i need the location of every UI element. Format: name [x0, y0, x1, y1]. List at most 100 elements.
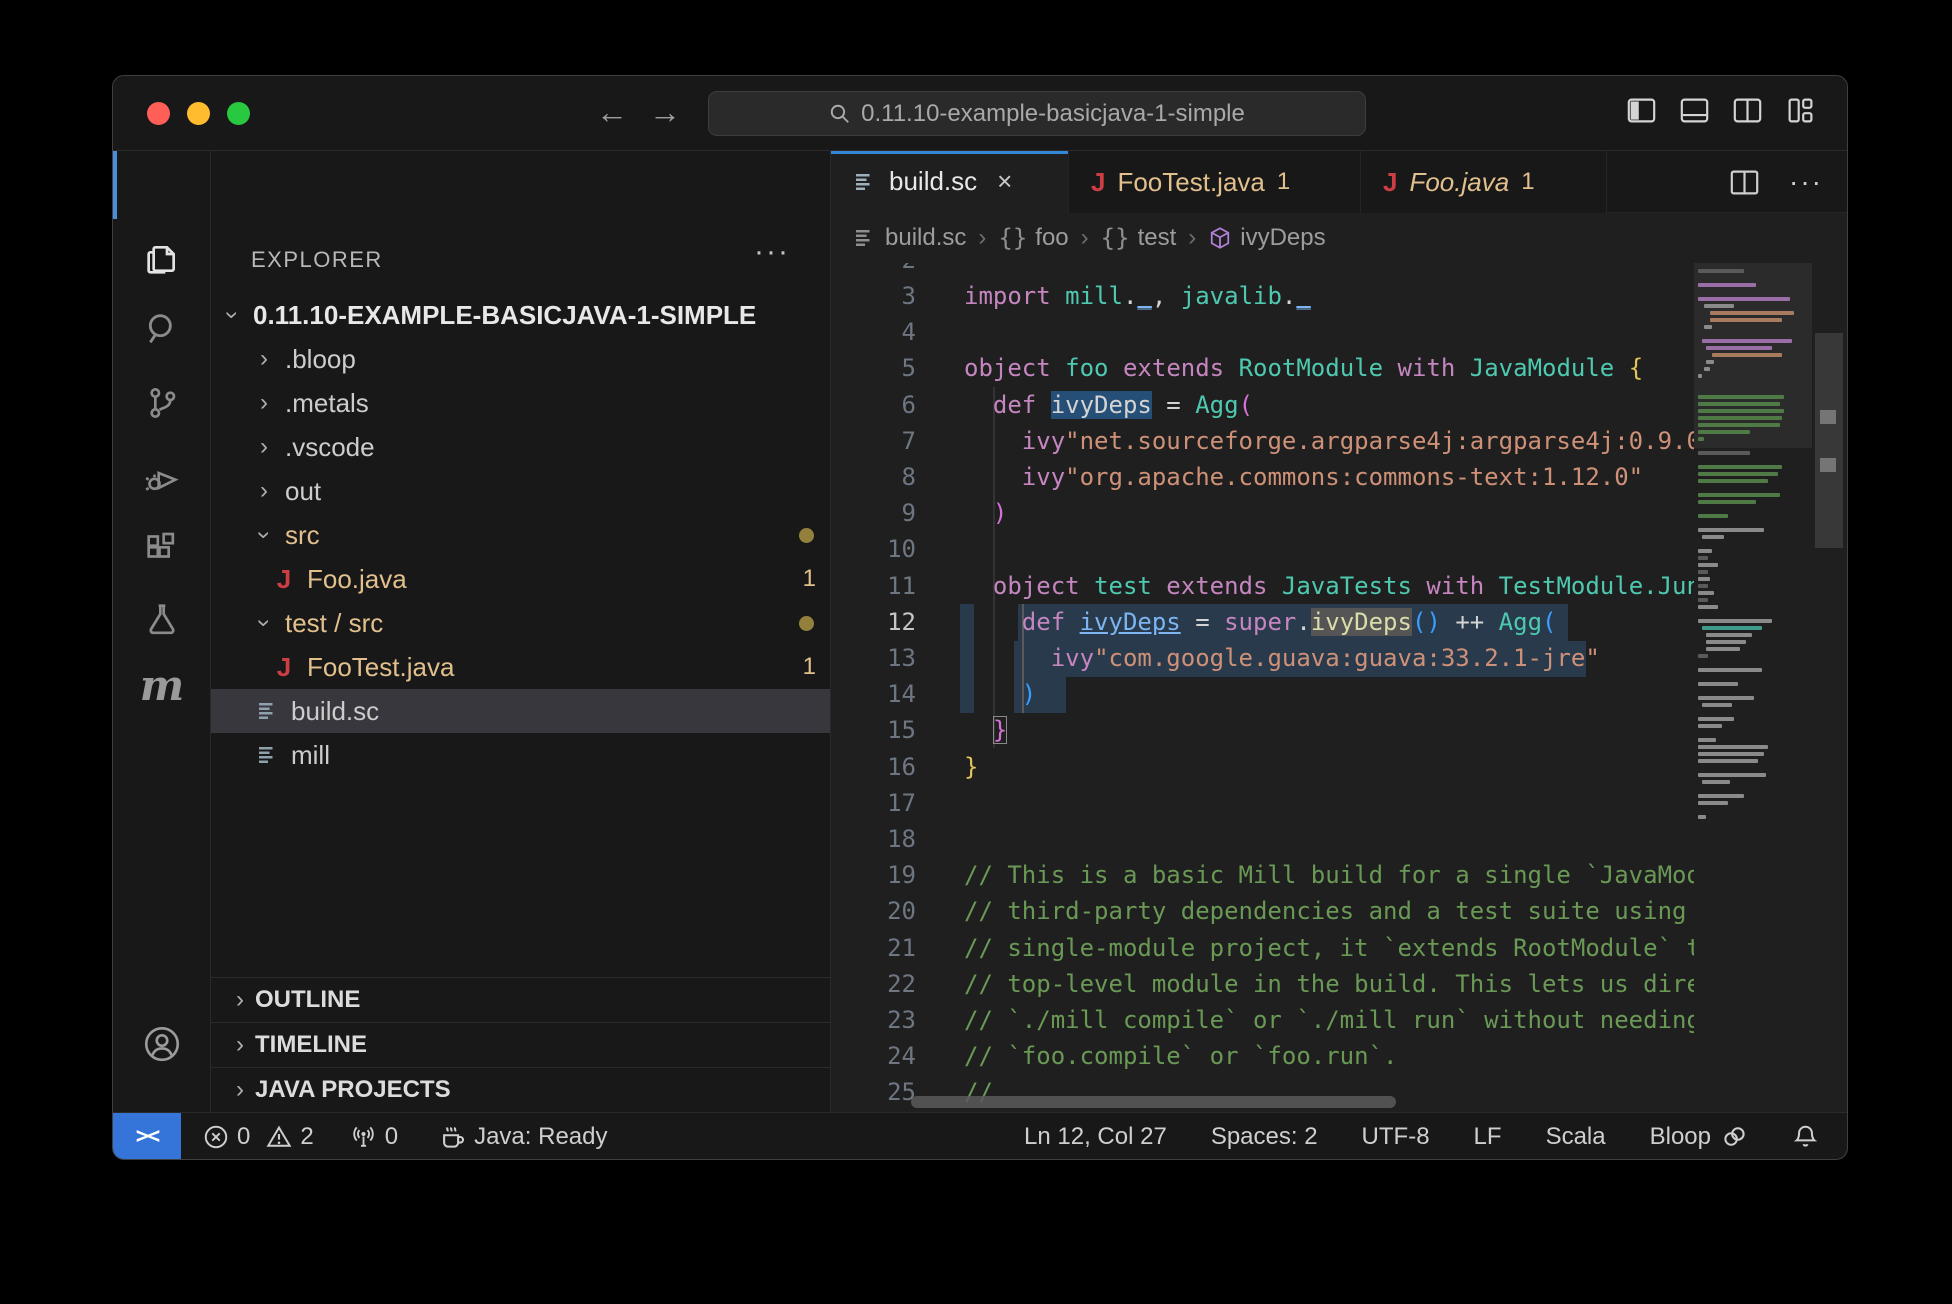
zoom-window-button[interactable]: [227, 102, 250, 125]
modified-count-badge: 1: [1521, 168, 1534, 196]
split-editor-right-icon[interactable]: [1730, 168, 1759, 197]
close-window-button[interactable]: [147, 102, 170, 125]
tree-item--bloop[interactable]: ›.bloop: [211, 337, 830, 381]
tree-item-test-src[interactable]: ›test / src: [211, 601, 830, 645]
mill-extension-icon[interactable]: m: [113, 654, 211, 718]
minimize-window-button[interactable]: [187, 102, 210, 125]
minimap-line: [1698, 563, 1718, 567]
close-tab-icon[interactable]: ×: [997, 166, 1012, 197]
tab-build-sc[interactable]: build.sc×: [831, 151, 1069, 213]
customize-layout-icon[interactable]: [1786, 96, 1815, 125]
editor-more-actions-icon[interactable]: ···: [1789, 166, 1823, 198]
eol-setting[interactable]: LF: [1474, 1123, 1502, 1151]
toggle-sidebar-icon[interactable]: [1627, 96, 1656, 125]
toggle-panel-icon[interactable]: [1680, 96, 1709, 125]
minimap-line: [1698, 409, 1784, 413]
tree-item-src[interactable]: ›src: [211, 513, 830, 557]
tree-item-out[interactable]: ›out: [211, 469, 830, 513]
tab-footest-java[interactable]: JFooTest.java1: [1069, 151, 1361, 213]
line-number: 20: [831, 893, 916, 929]
minimap-line: [1698, 395, 1784, 399]
minimap-line: [1698, 514, 1728, 518]
history-forward-button[interactable]: →: [645, 94, 685, 131]
bloop-server-status[interactable]: Bloop: [1650, 1123, 1748, 1151]
minimap-line: [1698, 598, 1708, 602]
tree-item-footest-java[interactable]: JFooTest.java1: [211, 645, 830, 689]
ports-status[interactable]: 0: [350, 1123, 398, 1151]
cursor-position[interactable]: Ln 12, Col 27: [1024, 1123, 1167, 1151]
minimap-line: [1702, 703, 1732, 707]
history-back-button[interactable]: ←: [592, 94, 632, 131]
chevron-icon: ›: [250, 522, 278, 548]
minimap-line: [1698, 269, 1744, 273]
java-status-text: Java: Ready: [474, 1123, 607, 1151]
scrollbar-decoration: [1820, 410, 1836, 424]
chevron-icon: ›: [225, 1031, 255, 1059]
breadcrumb-foo[interactable]: {}foo: [998, 224, 1068, 252]
section-timeline[interactable]: ›TIMELINE: [211, 1022, 830, 1067]
minimap-line: [1698, 283, 1756, 287]
line-number: 2: [831, 263, 916, 278]
error-icon: [203, 1124, 229, 1150]
remote-indicator[interactable]: ><: [113, 1113, 181, 1160]
tree-item--metals[interactable]: ›.metals: [211, 381, 830, 425]
minimap-line: [1698, 752, 1764, 756]
line-number: 18: [831, 821, 916, 857]
line-number: 3: [831, 278, 916, 314]
breadcrumb-test[interactable]: {}test: [1101, 224, 1177, 252]
tree-item-0-11-10-example-basicjava-1-simple[interactable]: ›0.11.10-EXAMPLE-BASICJAVA-1-SIMPLE: [211, 293, 830, 337]
testing-icon[interactable]: [113, 587, 211, 651]
tree-item--vscode[interactable]: ›.vscode: [211, 425, 830, 469]
minimap-line: [1706, 633, 1752, 637]
minimap-line: [1698, 717, 1734, 721]
extensions-icon[interactable]: [113, 517, 211, 581]
code-editor[interactable]: 23import mill._, javalib._45object foo e…: [831, 263, 1694, 1112]
chevron-icon: ›: [218, 302, 246, 328]
minimap-line: [1698, 745, 1768, 749]
file-icon: [853, 170, 877, 194]
vertical-scrollbar[interactable]: [1812, 263, 1847, 1112]
line-number: 14: [831, 676, 916, 712]
section-java-projects[interactable]: ›JAVA PROJECTS: [211, 1067, 830, 1112]
sidebar-sections: ›OUTLINE›TIMELINE›JAVA PROJECTS: [211, 977, 830, 1112]
chevron-icon: ›: [251, 433, 277, 461]
notifications-bell-icon[interactable]: [1792, 1123, 1819, 1150]
run-debug-icon[interactable]: [113, 446, 211, 510]
code-line-16: }: [964, 749, 978, 785]
source-control-icon[interactable]: [113, 371, 211, 435]
breadcrumb-ivydeps[interactable]: ivyDeps: [1208, 224, 1325, 252]
problems-status[interactable]: 0 2: [203, 1123, 314, 1151]
accounts-icon[interactable]: [113, 1012, 211, 1076]
explorer-icon[interactable]: [113, 227, 211, 291]
line-number: 23: [831, 1002, 916, 1038]
java-status[interactable]: Java: Ready: [438, 1123, 607, 1151]
minimap-line: [1698, 479, 1768, 483]
tree-item-build-sc[interactable]: build.sc: [211, 689, 830, 733]
command-center-search[interactable]: 0.11.10-example-basicjava-1-simple: [708, 91, 1366, 136]
vertical-scrollbar-slider[interactable]: [1815, 333, 1843, 548]
split-editor-icon[interactable]: [1733, 96, 1762, 125]
language-mode[interactable]: Scala: [1546, 1123, 1606, 1151]
chevron-icon: ›: [250, 610, 278, 636]
explorer-more-actions[interactable]: ···: [754, 235, 790, 269]
search-view-icon[interactable]: [113, 297, 211, 361]
minimap-line: [1698, 465, 1782, 469]
minimap-line: [1698, 696, 1754, 700]
tree-item-mill[interactable]: mill: [211, 733, 830, 777]
encoding-setting[interactable]: UTF-8: [1362, 1123, 1430, 1151]
line-number: 12: [831, 604, 916, 640]
breadcrumb-separator: ›: [1079, 224, 1091, 252]
section-outline[interactable]: ›OUTLINE: [211, 977, 830, 1022]
warning-icon: [266, 1124, 292, 1150]
breadcrumb-build.sc[interactable]: build.sc: [853, 224, 966, 252]
tree-item-foo-java[interactable]: JFoo.java1: [211, 557, 830, 601]
ports-count: 0: [385, 1123, 398, 1151]
namespace-braces-icon: {}: [998, 224, 1027, 252]
tab-foo-java[interactable]: JFoo.java1: [1361, 151, 1607, 213]
minimap-line: [1698, 423, 1780, 427]
horizontal-scrollbar[interactable]: [911, 1096, 1396, 1108]
code-line-19: // This is a basic Mill build for a sing…: [964, 857, 1694, 893]
minimap-line: [1698, 759, 1758, 763]
minimap[interactable]: [1694, 263, 1812, 1112]
indentation-setting[interactable]: Spaces: 2: [1211, 1123, 1318, 1151]
